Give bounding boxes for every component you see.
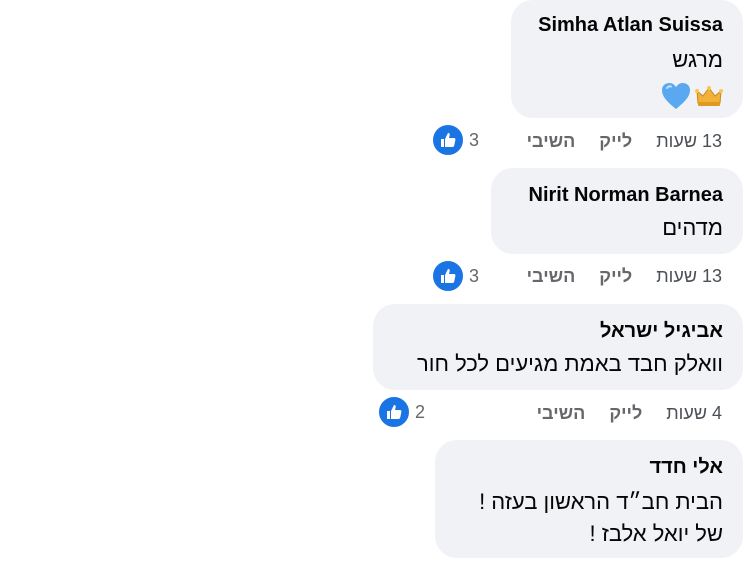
- like-link[interactable]: לייק: [609, 403, 642, 424]
- comment-author[interactable]: אביגיל ישראל: [389, 318, 723, 344]
- comment-bubble: Simha Atlan Suissa מרגש: [511, 0, 743, 118]
- comment-time[interactable]: 13 שעות: [656, 131, 722, 152]
- reaction-count: 3: [469, 129, 480, 150]
- blue-heart-emoji-icon: [662, 83, 690, 109]
- comment-text: מרגש: [672, 47, 723, 72]
- comment-text: מדהים: [662, 215, 723, 240]
- comment-text-line: של יואל אלבז !: [589, 521, 723, 546]
- reply-link[interactable]: השיבי: [537, 403, 586, 424]
- comment-author[interactable]: Nirit Norman Barnea: [507, 182, 724, 208]
- like-reaction-icon: [431, 123, 465, 157]
- comment-bubble: Nirit Norman Barnea מדהים: [491, 168, 743, 254]
- crown-emoji-icon: [695, 86, 723, 106]
- comment-actions: 4 שעות לייק השיבי: [537, 398, 722, 428]
- like-link[interactable]: לייק: [599, 131, 632, 152]
- comment-time[interactable]: 13 שעות: [656, 266, 722, 287]
- emoji-row: [527, 82, 723, 110]
- reply-link[interactable]: השיבי: [527, 131, 576, 152]
- comment-actions: 13 שעות לייק השיבי: [527, 261, 722, 291]
- reaction-count: 2: [415, 401, 426, 422]
- comment-text-line: הבית חב״ד הראשון בעזה !: [479, 489, 723, 514]
- like-link[interactable]: לייק: [599, 266, 632, 287]
- reply-link[interactable]: השיבי: [527, 266, 576, 287]
- comment-time[interactable]: 4 שעות: [666, 403, 722, 424]
- like-reaction-icon: [377, 395, 411, 429]
- comment-text: וואלק חבד באמת מגיעים לכל חור: [417, 351, 723, 376]
- comment-bubble: אלי חדד הבית חב״ד הראשון בעזה ! של יואל …: [435, 440, 743, 558]
- comment-actions: 13 שעות לייק השיבי: [527, 126, 722, 156]
- reaction-count: 3: [469, 265, 480, 286]
- reaction-summary[interactable]: 3: [431, 259, 480, 293]
- comment-author[interactable]: אלי חדד: [451, 454, 723, 480]
- comment-author[interactable]: Simha Atlan Suissa: [527, 12, 723, 38]
- like-reaction-icon: [431, 259, 465, 293]
- reaction-summary[interactable]: 2: [377, 395, 426, 429]
- reaction-summary[interactable]: 3: [431, 123, 480, 157]
- comment-bubble: אביגיל ישראל וואלק חבד באמת מגיעים לכל ח…: [373, 304, 743, 390]
